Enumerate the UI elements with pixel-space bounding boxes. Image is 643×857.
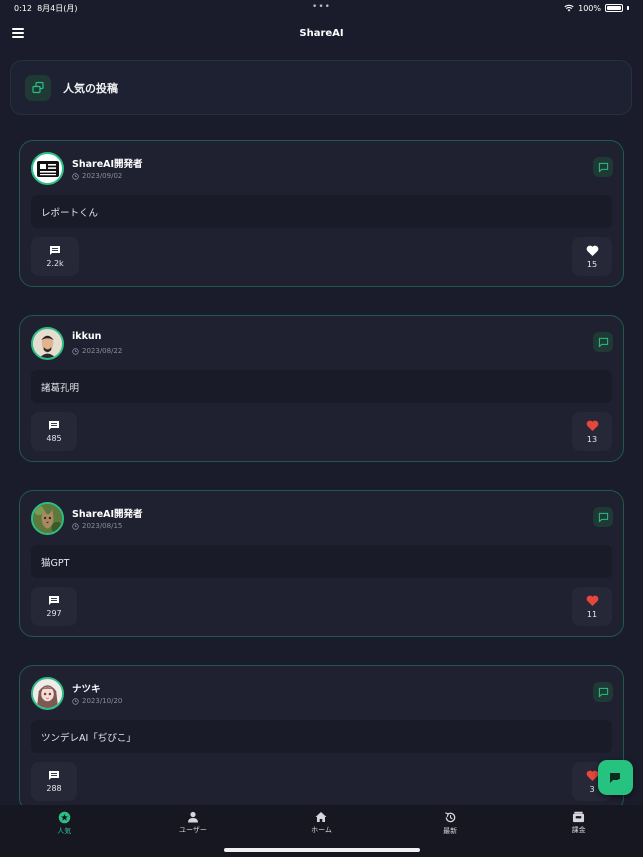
post-title[interactable]: ツンデレAI「ぢぴこ」 xyxy=(31,720,612,753)
app-title: ShareAI xyxy=(299,27,344,39)
comment-icon xyxy=(49,771,59,780)
chat-add-icon xyxy=(609,772,621,784)
chat-button[interactable] xyxy=(593,157,613,177)
like-count: 15 xyxy=(586,259,598,269)
post-date-text: 2023/08/22 xyxy=(82,347,123,355)
history-icon xyxy=(444,812,455,823)
tab-billing[interactable]: 課金 xyxy=(514,805,643,857)
newspaper-avatar[interactable] xyxy=(31,152,64,185)
status-bar: 0:12 8月4日(月) ••• 100% xyxy=(0,0,643,16)
author-name[interactable]: ikkun xyxy=(72,331,101,342)
section-icon-box xyxy=(25,74,51,101)
anime-avatar[interactable] xyxy=(31,677,64,710)
chat-button[interactable] xyxy=(593,682,613,702)
comment-count: 297 xyxy=(46,609,62,618)
copy-stack-icon xyxy=(32,81,44,93)
comment-count-button[interactable]: 288 xyxy=(31,762,77,801)
star-badge-icon xyxy=(58,811,71,824)
author-name[interactable]: ナツキ xyxy=(72,681,101,695)
newspaper-icon xyxy=(36,160,59,177)
comment-icon xyxy=(50,246,60,255)
chat-button[interactable] xyxy=(593,507,613,527)
hamburger-menu-icon[interactable] xyxy=(12,28,24,38)
comment-count: 485 xyxy=(46,434,62,443)
tab-label: ホーム xyxy=(311,826,332,834)
like-count: 3 xyxy=(589,784,595,794)
post-date-text: 2023/08/15 xyxy=(82,522,123,530)
like-count: 11 xyxy=(586,609,598,619)
post-title[interactable]: 猫GPT xyxy=(31,545,612,578)
tab-popular[interactable]: 人気 xyxy=(0,805,129,857)
post-card[interactable]: ikkun 2023/08/22 諸葛孔明 485 13 xyxy=(19,315,624,462)
like-button[interactable]: 15 xyxy=(572,237,612,276)
person-icon xyxy=(187,811,198,823)
post-date: 2023/09/02 xyxy=(72,172,122,180)
create-post-button[interactable] xyxy=(598,760,633,795)
heart-icon xyxy=(586,595,598,606)
chat-icon xyxy=(598,162,608,172)
portrait-avatar[interactable] xyxy=(31,327,64,360)
comment-icon xyxy=(49,596,59,605)
author-name[interactable]: ShareAI開発者 xyxy=(72,156,143,170)
tab-label: 課金 xyxy=(571,826,586,834)
clock-icon xyxy=(72,347,79,355)
cat-photo-icon xyxy=(33,504,62,533)
clock-icon xyxy=(72,697,79,705)
battery-icon xyxy=(605,4,623,12)
post-title[interactable]: レポートくん xyxy=(31,195,612,228)
post-feed: ShareAI開発者 2023/09/02 レポートくん 2.2k 15 ikk… xyxy=(19,140,624,840)
wallet-icon xyxy=(573,811,585,823)
post-card[interactable]: ShareAI開発者 2023/08/15 猫GPT 297 11 xyxy=(19,490,624,637)
chat-icon xyxy=(598,687,608,697)
section-title: 人気の投稿 xyxy=(63,81,118,95)
home-icon xyxy=(315,812,327,822)
like-button[interactable]: 11 xyxy=(572,587,612,626)
post-date: 2023/10/20 xyxy=(72,697,122,705)
author-name[interactable]: ShareAI開発者 xyxy=(72,506,143,520)
tab-label: 最新 xyxy=(443,827,458,835)
tab-label: 人気 xyxy=(57,827,72,835)
comment-count-button[interactable]: 2.2k xyxy=(31,237,79,276)
tab-label: ユーザー xyxy=(178,826,207,834)
post-title[interactable]: 諸葛孔明 xyxy=(31,370,612,403)
post-date-text: 2023/10/20 xyxy=(82,697,123,705)
like-button[interactable]: 13 xyxy=(572,412,612,451)
comment-count: 2.2k xyxy=(46,259,64,268)
chat-button[interactable] xyxy=(593,332,613,352)
comment-count-button[interactable]: 485 xyxy=(31,412,77,451)
home-indicator[interactable] xyxy=(224,848,420,852)
clock-icon xyxy=(72,522,79,530)
heart-icon xyxy=(586,420,598,431)
comment-icon xyxy=(49,421,59,430)
comment-count-button[interactable]: 297 xyxy=(31,587,77,626)
post-date-text: 2023/09/02 xyxy=(82,172,123,180)
post-date: 2023/08/22 xyxy=(72,347,122,355)
comment-count: 288 xyxy=(46,784,62,793)
popular-posts-header: 人気の投稿 xyxy=(10,60,632,115)
heart-icon xyxy=(586,770,598,781)
like-count: 13 xyxy=(586,434,598,444)
chat-icon xyxy=(598,512,608,522)
nav-bar: ShareAI xyxy=(0,18,643,48)
post-card[interactable]: ShareAI開発者 2023/09/02 レポートくん 2.2k 15 xyxy=(19,140,624,287)
post-date: 2023/08/15 xyxy=(72,522,122,530)
post-card[interactable]: ナツキ 2023/10/20 ツンデレAI「ぢぴこ」 288 3 xyxy=(19,665,624,812)
anime-girl-icon xyxy=(33,679,62,708)
person-portrait-icon xyxy=(33,329,62,358)
clock-icon xyxy=(72,172,79,180)
cat-avatar[interactable] xyxy=(31,502,64,535)
multitask-dots[interactable]: ••• xyxy=(0,2,643,12)
chat-icon xyxy=(598,337,608,347)
heart-icon xyxy=(586,245,598,256)
